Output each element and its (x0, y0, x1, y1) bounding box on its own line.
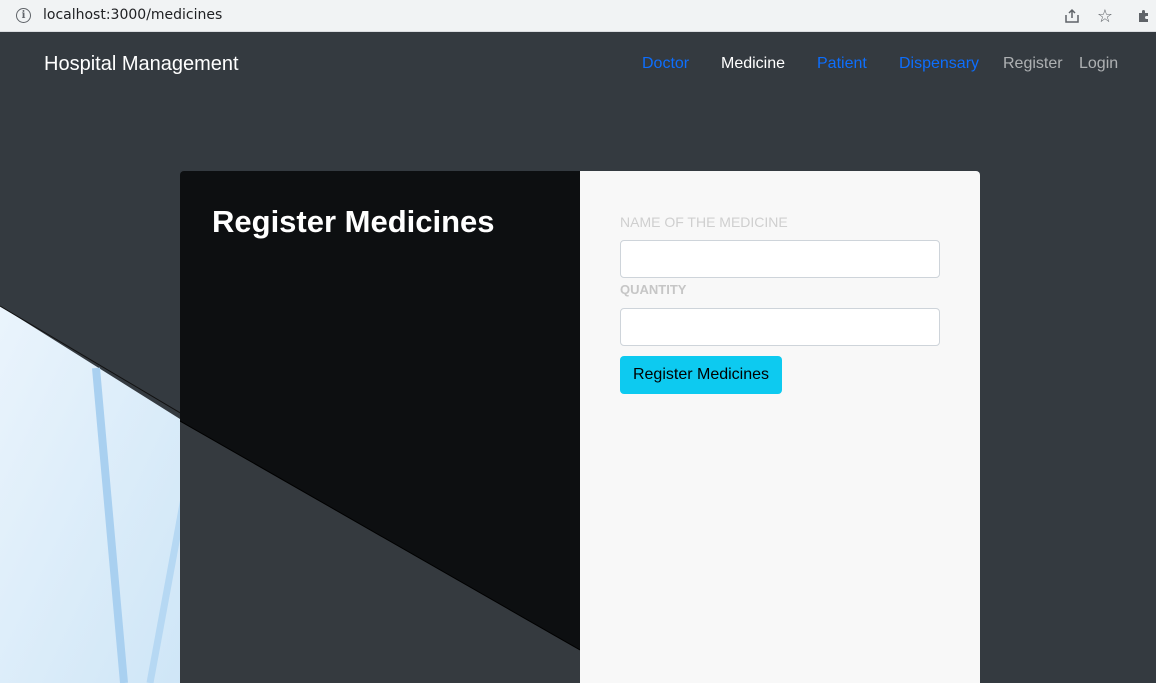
nav-dispensary[interactable]: Dispensary (899, 55, 979, 73)
quantity-input[interactable] (620, 308, 940, 346)
address-bar[interactable]: i localhost:3000/medicines (6, 2, 1122, 28)
card-diagonal-decoration (180, 420, 580, 683)
nav-patient[interactable]: Patient (817, 55, 867, 73)
medicine-name-label: NAME OF THE MEDICINE (620, 214, 788, 230)
navbar: Hospital Management Doctor Medicine Pati… (0, 33, 1156, 97)
brand-link[interactable]: Hospital Management (44, 53, 239, 76)
url-text[interactable]: localhost:3000/medicines (43, 7, 222, 23)
share-icon[interactable] (1061, 5, 1083, 27)
register-medicines-button[interactable]: Register Medicines (620, 356, 782, 394)
quantity-label: QUANTITY (620, 282, 687, 297)
extensions-puzzle-icon[interactable] (1133, 5, 1155, 27)
card-header-panel: Register Medicines (180, 171, 580, 683)
card-title: Register Medicines (212, 204, 495, 239)
bookmark-star-icon[interactable]: ☆ (1094, 5, 1116, 27)
nav-medicine[interactable]: Medicine (721, 55, 785, 73)
medicine-form: NAME OF THE MEDICINE QUANTITY Register M… (580, 171, 980, 683)
page: Hospital Management Doctor Medicine Pati… (0, 33, 1156, 683)
nav-doctor[interactable]: Doctor (642, 55, 689, 73)
browser-toolbar: i localhost:3000/medicines ☆ (0, 0, 1156, 32)
nav-login[interactable]: Login (1079, 55, 1118, 73)
medicine-name-input[interactable] (620, 240, 940, 278)
site-info-icon[interactable]: i (16, 7, 31, 23)
nav-register[interactable]: Register (1003, 55, 1063, 73)
